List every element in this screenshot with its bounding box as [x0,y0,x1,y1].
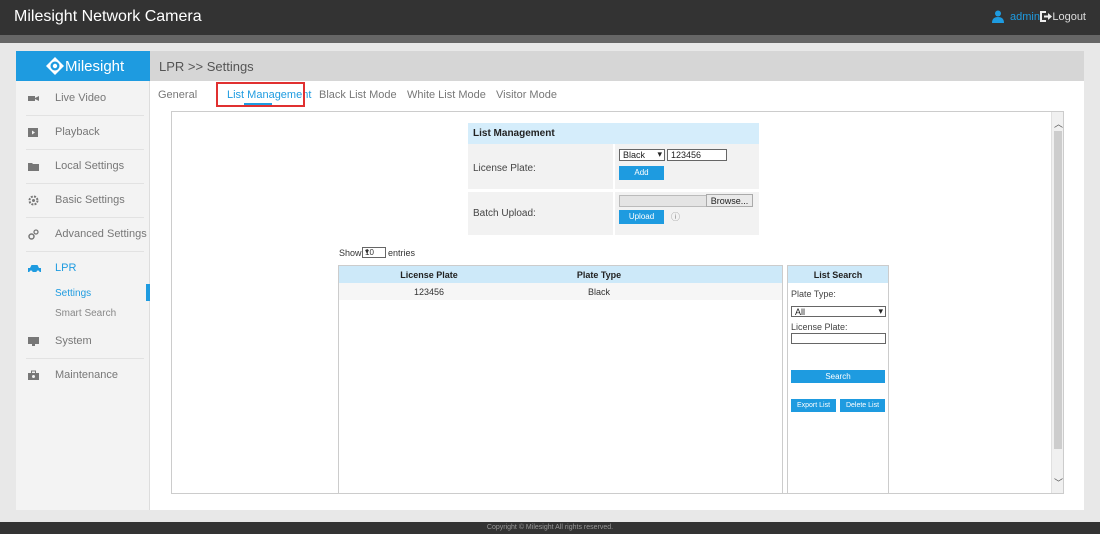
sidebar-item-label: System [55,335,92,347]
table-row[interactable]: 123456 Black [339,283,782,300]
sidebar: Milesight Live Video Playback Local Sett… [16,51,150,510]
upload-button[interactable]: Upload [619,210,664,224]
sub-bar [0,35,1100,43]
sidebar-item-system[interactable]: System [16,325,150,359]
list-management-header: List Management [468,123,759,144]
sidebar-subitem-smart-search[interactable]: Smart Search [55,308,116,319]
main-header: LPR >> Settings [150,51,1084,81]
logout-icon[interactable] [1039,10,1052,23]
show-entries-label: Show [339,248,362,258]
add-button[interactable]: Add [619,166,664,180]
plate-type-label: Plate Type: [791,289,836,299]
sidebar-item-maintenance[interactable]: Maintenance [16,359,150,393]
plate-type-select[interactable]: Black ▾ [619,149,665,161]
column-header-license-plate[interactable]: License Plate [339,270,519,280]
sidebar-item-label: Advanced Settings [55,228,147,240]
sidebar-item-basic-settings[interactable]: Basic Settings [16,184,150,218]
tab-black-list-mode[interactable]: Black List Mode [319,89,397,101]
active-tab-underline [244,103,272,105]
search-license-plate-input[interactable] [791,333,886,344]
license-plate-input[interactable]: 123456 [667,149,727,161]
sidebar-subitem-settings[interactable]: Settings [55,288,91,299]
video-icon [28,96,39,101]
tab-general[interactable]: General [158,89,197,101]
license-plate-value: 123456 [671,150,702,160]
monitor-icon [28,337,39,346]
license-plate-label: License Plate: [473,163,536,174]
copyright-text: Copyright © Milesight All rights reserve… [486,524,614,531]
entries-label: entries [388,248,416,258]
main-panel: LPR >> Settings General List Management … [150,51,1084,510]
scrollbar-thumb[interactable] [1054,131,1062,449]
sidebar-item-advanced-settings[interactable]: Advanced Settings [16,218,150,252]
search-plate-type-value: All [795,307,806,317]
table-header: License Plate Plate Type [339,266,782,283]
entries-select[interactable]: 10 ▾ [362,247,386,258]
folder-icon [28,163,39,171]
tab-white-list-mode[interactable]: White List Mode [407,89,486,101]
sidebar-item-playback[interactable]: Playback [16,116,150,150]
app-title: Milesight Network Camera [14,8,202,25]
user-link[interactable]: admin [1010,11,1040,23]
sidebar-item-lpr[interactable]: LPR [16,252,150,286]
playback-icon [28,128,38,137]
gears-icon [28,229,39,240]
sidebar-item-live-video[interactable]: Live Video [16,82,150,116]
list-search-panel: List Search Plate Type: All ▾ License Pl… [787,265,889,494]
user-icon [992,10,1004,23]
list-search-header: List Search [788,266,888,283]
footer: Copyright © Milesight All rights reserve… [0,522,1100,534]
gear-icon [28,195,39,206]
cell-plate-type: Black [587,287,610,297]
list-management-title: List Management [473,128,555,139]
chevron-down-icon: ▾ [365,247,370,256]
plate-table: License Plate Plate Type 123456 Black [338,265,783,494]
logo-text: Milesight [65,58,125,75]
search-license-plate-label: License Plate: [791,322,848,332]
milesight-logo-icon [46,57,64,75]
list-search-title: List Search [813,270,863,280]
top-bar: Milesight Network Camera admin Logout [0,0,1100,35]
toolbox-icon [28,370,39,380]
vertical-scrollbar[interactable]: ︿ ﹀ [1051,112,1063,493]
show-label: Show [339,248,362,258]
logo: Milesight [16,51,150,81]
browse-button[interactable]: Browse... [706,194,753,207]
file-path-field[interactable] [619,195,707,207]
sidebar-item-label: LPR [55,262,77,274]
search-button[interactable]: Search [791,370,885,383]
search-plate-type-select[interactable]: All ▾ [791,306,886,317]
list-management-panel: List Management License Plate: Black ▾ 1… [468,123,759,235]
column-header-plate-type[interactable]: Plate Type [519,270,679,280]
sidebar-item-label: Basic Settings [55,194,125,206]
chevron-down-icon: ▾ [878,306,883,316]
sidebar-item-label: Playback [55,126,100,138]
plate-type-value: Black [623,150,646,160]
tab-visitor-mode[interactable]: Visitor Mode [496,89,557,101]
scroll-up-icon[interactable]: ︿ [1054,117,1063,130]
cell-license-plate: 123456 [413,287,445,297]
chevron-down-icon: ▾ [657,149,662,159]
sidebar-item-label: Live Video [55,92,107,104]
batch-upload-label: Batch Upload: [473,208,536,219]
export-list-button[interactable]: Export List [791,399,836,412]
sidebar-item-label: Maintenance [55,369,118,381]
content-frame: List Management License Plate: Black ▾ 1… [171,111,1064,494]
scroll-down-icon[interactable]: ﹀ [1054,476,1063,489]
sidebar-item-local-settings[interactable]: Local Settings [16,150,150,184]
delete-list-button[interactable]: Delete List [840,399,885,412]
breadcrumb: LPR >> Settings [159,59,254,74]
divider [468,189,759,192]
logout-link[interactable]: Logout [1052,11,1086,23]
sidebar-item-label: Local Settings [55,160,125,172]
car-icon [28,265,41,274]
info-icon[interactable]: ⓘ [671,210,680,223]
